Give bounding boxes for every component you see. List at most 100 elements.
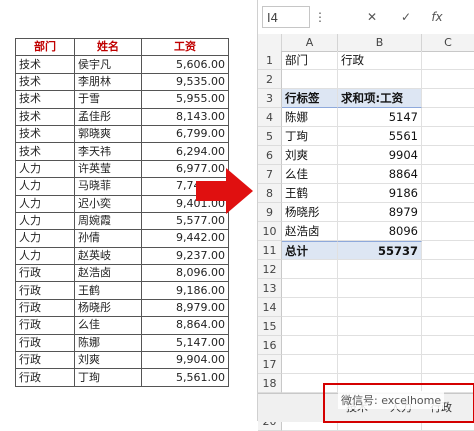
cell-c7[interactable] — [422, 165, 474, 184]
cell-c10[interactable] — [422, 222, 474, 241]
pivot-row-label[interactable]: 丁珣 — [282, 127, 338, 146]
salary-cell: 9,535.00 — [141, 72, 229, 92]
row-header-7[interactable]: 7 — [258, 165, 282, 184]
cell-a15[interactable] — [282, 317, 338, 336]
select-all-corner[interactable] — [258, 34, 282, 51]
cell-b12[interactable] — [338, 260, 422, 279]
row-header-4[interactable]: 4 — [258, 108, 282, 127]
row-header-11[interactable]: 11 — [258, 241, 282, 260]
name-cell: 周婉霞 — [74, 211, 142, 231]
col-header-name: 姓名 — [74, 37, 142, 57]
row-header-5[interactable]: 5 — [258, 127, 282, 146]
pivot-row-value[interactable]: 8864 — [338, 165, 422, 184]
cell-c12[interactable] — [422, 260, 474, 279]
cell-b2[interactable] — [338, 70, 422, 89]
pivot-grand-total-value[interactable]: 55737 — [338, 241, 422, 260]
filter-field-value[interactable]: 行政 — [338, 51, 422, 70]
cell-c4[interactable] — [422, 108, 474, 127]
dept-cell: 技术 — [15, 90, 75, 109]
cell-b16[interactable] — [338, 336, 422, 355]
salary-cell: 9,442.00 — [141, 229, 229, 248]
salary-cell: 8,979.00 — [141, 298, 229, 318]
row-header-3[interactable]: 3 — [258, 89, 282, 108]
name-cell: 丁珣 — [74, 368, 142, 387]
table-row: 行政 赵浩卤 8,096.00 — [15, 264, 229, 283]
row-header-14[interactable]: 14 — [258, 298, 282, 317]
cell-b17[interactable] — [338, 355, 422, 374]
cell-c9[interactable] — [422, 203, 474, 222]
row-header-13[interactable]: 13 — [258, 279, 282, 298]
cell-c3[interactable] — [422, 89, 474, 108]
cell-a16[interactable] — [282, 336, 338, 355]
salary-cell: 5,955.00 — [141, 90, 229, 109]
cell-b15[interactable] — [338, 317, 422, 336]
name-cell: 杨晓彤 — [74, 298, 142, 318]
table-row: 技术 侯宇凡 5,606.00 — [15, 55, 229, 74]
salary-table-header-row: 部门 姓名 工资 — [15, 37, 229, 57]
row-header-6[interactable]: 6 — [258, 146, 282, 165]
pivot-row-label[interactable]: 么佳 — [282, 165, 338, 184]
dept-cell: 人力 — [15, 211, 75, 231]
fx-icon[interactable]: fx — [428, 6, 446, 28]
table-row: 行政 王鹤 9,186.00 — [15, 281, 229, 300]
pivot-row-labels-header[interactable]: 行标签 — [282, 89, 338, 108]
pivot-row-label[interactable]: 杨晓彤 — [282, 203, 338, 222]
cancel-icon[interactable]: ✕ — [364, 6, 380, 28]
pivot-row-value[interactable]: 5147 — [338, 108, 422, 127]
cell-a2[interactable] — [282, 70, 338, 89]
row-header-12[interactable]: 12 — [258, 260, 282, 279]
pivot-row-value[interactable]: 5561 — [338, 127, 422, 146]
pivot-row-value[interactable]: 8979 — [338, 203, 422, 222]
cell-c1[interactable] — [422, 51, 474, 70]
cell-c5[interactable] — [422, 127, 474, 146]
pivot-row-label[interactable]: 赵浩卤 — [282, 222, 338, 241]
pivot-row-label[interactable]: 王鹤 — [282, 184, 338, 203]
cell-b14[interactable] — [338, 298, 422, 317]
row-header-18[interactable]: 18 — [258, 374, 282, 393]
cell-c6[interactable] — [422, 146, 474, 165]
dept-cell: 行政 — [15, 264, 75, 283]
pivot-row-label[interactable]: 陈娜 — [282, 108, 338, 127]
cell-c17[interactable] — [422, 355, 474, 374]
pivot-row-value[interactable]: 9904 — [338, 146, 422, 165]
name-cell: 王鹤 — [74, 281, 142, 300]
column-header-c[interactable]: C — [422, 34, 474, 51]
salary-cell: 8,864.00 — [141, 316, 229, 335]
dept-cell: 行政 — [15, 298, 75, 318]
confirm-icon[interactable]: ✓ — [398, 6, 414, 28]
name-box[interactable]: I4 — [262, 6, 310, 28]
row-header-2[interactable]: 2 — [258, 70, 282, 89]
column-header-b[interactable]: B — [338, 34, 422, 51]
pivot-row-label[interactable]: 刘爽 — [282, 146, 338, 165]
row-header-10[interactable]: 10 — [258, 222, 282, 241]
column-header-a[interactable]: A — [282, 34, 338, 51]
cell-c15[interactable] — [422, 317, 474, 336]
pivot-grand-total-label[interactable]: 总计 — [282, 241, 338, 260]
row-header-9[interactable]: 9 — [258, 203, 282, 222]
salary-cell: 5,147.00 — [141, 333, 229, 353]
pivot-row-value[interactable]: 8096 — [338, 222, 422, 241]
pivot-row-value[interactable]: 9186 — [338, 184, 422, 203]
row-header-17[interactable]: 17 — [258, 355, 282, 374]
row-header-1[interactable]: 1 — [258, 51, 282, 70]
row-header-8[interactable]: 8 — [258, 184, 282, 203]
namebox-dropdown-icon[interactable]: ⋮ — [314, 6, 326, 28]
cell-c14[interactable] — [422, 298, 474, 317]
col-header-salary: 工资 — [141, 37, 229, 57]
cell-c8[interactable] — [422, 184, 474, 203]
cell-a14[interactable] — [282, 298, 338, 317]
cell-c11[interactable] — [422, 241, 474, 260]
row-header-15[interactable]: 15 — [258, 317, 282, 336]
filter-field-label[interactable]: 部门 — [282, 51, 338, 70]
cell-c13[interactable] — [422, 279, 474, 298]
name-cell: 迟小奕 — [74, 194, 142, 213]
column-header-row: A B C — [258, 34, 474, 52]
cell-c2[interactable] — [422, 70, 474, 89]
cell-a12[interactable] — [282, 260, 338, 279]
cell-a13[interactable] — [282, 279, 338, 298]
cell-a17[interactable] — [282, 355, 338, 374]
cell-b13[interactable] — [338, 279, 422, 298]
pivot-values-header[interactable]: 求和项:工资 — [338, 89, 422, 108]
cell-c16[interactable] — [422, 336, 474, 355]
row-header-16[interactable]: 16 — [258, 336, 282, 355]
